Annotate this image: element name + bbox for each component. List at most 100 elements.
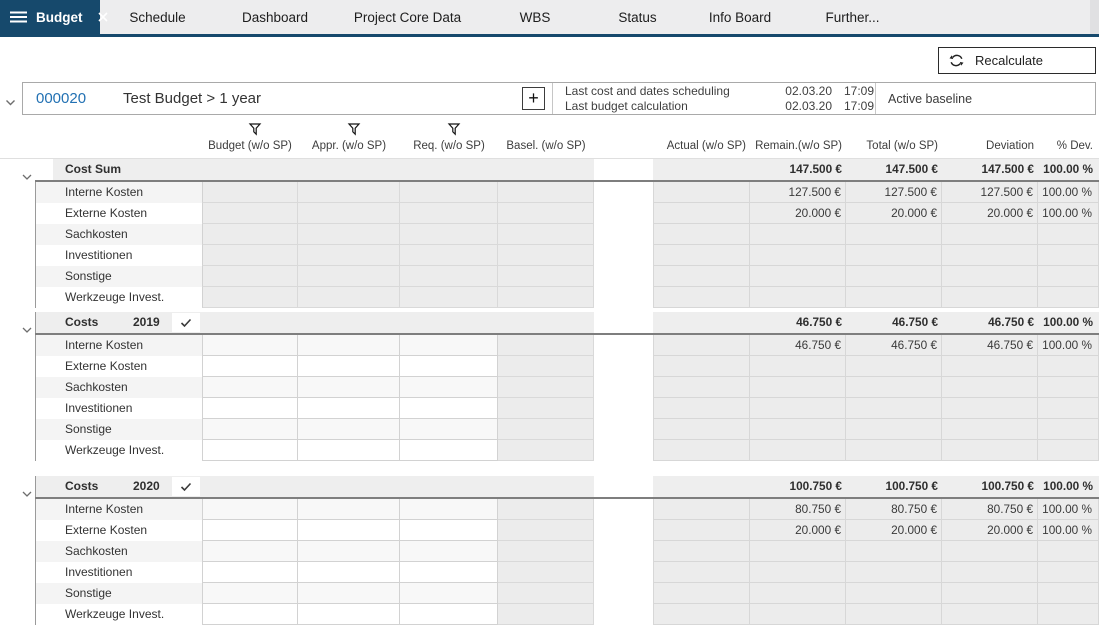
group-title: Cost Sum [65, 159, 121, 180]
value-cell: 20.000 € [942, 203, 1038, 224]
budget-input-cell[interactable] [400, 398, 498, 419]
tab-further[interactable]: Further... [795, 0, 910, 34]
tab-schedule[interactable]: Schedule [100, 0, 215, 34]
budget-input-cell[interactable] [202, 335, 298, 356]
value-cell [846, 440, 942, 461]
table-row: Werkzeuge Invest. [0, 440, 1099, 461]
column-header: Actual (w/o SP) [653, 140, 750, 152]
budget-input-cell[interactable] [202, 440, 298, 461]
value-cell [846, 604, 942, 625]
filter-icon[interactable] [248, 122, 262, 141]
budget-input-cell[interactable] [400, 356, 498, 377]
budget-input-cell[interactable] [298, 541, 400, 562]
value-cell [942, 440, 1038, 461]
column-header-row: Budget (w/o SP)Appr. (w/o SP)Req. (w/o S… [0, 118, 1099, 159]
budget-input-cell[interactable] [202, 356, 298, 377]
budget-input-cell[interactable] [400, 499, 498, 520]
row-label: Sachkosten [35, 541, 202, 562]
value-cell [1038, 398, 1099, 419]
budget-input-cell[interactable] [202, 604, 298, 625]
budget-input-cell[interactable] [202, 419, 298, 440]
budget-input-cell[interactable] [400, 440, 498, 461]
hamburger-menu-icon[interactable] [10, 11, 27, 23]
table-row: Investitionen [0, 562, 1099, 583]
value-cell [653, 203, 750, 224]
value-cell [942, 224, 1038, 245]
tab-status[interactable]: Status [590, 0, 685, 34]
budget-input-cell[interactable] [202, 541, 298, 562]
filter-icon[interactable] [347, 122, 361, 141]
value-cell [846, 583, 942, 604]
readonly-cell [498, 203, 594, 224]
last-scheduling-date: 02.03.20 [777, 84, 832, 99]
budget-input-cell[interactable] [400, 583, 498, 604]
budget-input-cell[interactable] [298, 356, 400, 377]
value-cell [653, 224, 750, 245]
budget-input-cell[interactable] [202, 562, 298, 583]
budget-input-cell[interactable] [400, 377, 498, 398]
refresh-icon [948, 52, 965, 69]
value-cell: 20.000 € [846, 203, 942, 224]
value-cell [653, 245, 750, 266]
budget-input-cell[interactable] [202, 499, 298, 520]
budget-input-cell[interactable] [298, 440, 400, 461]
budget-input-cell[interactable] [400, 335, 498, 356]
value-cell: 127.500 € [846, 182, 942, 203]
row-label: Interne Kosten [35, 335, 202, 356]
budget-input-cell[interactable] [298, 520, 400, 541]
budget-input-cell[interactable] [400, 562, 498, 583]
approved-checkbox[interactable] [172, 313, 200, 332]
readonly-cell [498, 604, 594, 625]
tab-wbs[interactable]: WBS [480, 0, 590, 34]
project-id[interactable]: 000020 [23, 90, 123, 107]
tab-project-core-data[interactable]: Project Core Data [335, 0, 480, 34]
year-field[interactable]: 2019 [133, 312, 160, 333]
year-field[interactable]: 2020 [133, 476, 160, 497]
group-total-value: 100.750 € [846, 476, 942, 497]
budget-input-cell[interactable] [400, 604, 498, 625]
value-cell [846, 245, 942, 266]
readonly-cell [298, 245, 400, 266]
budget-input-cell[interactable] [298, 419, 400, 440]
row-label: Externe Kosten [35, 356, 202, 377]
group-total-value: 100.750 € [750, 476, 846, 497]
readonly-cell [498, 335, 594, 356]
last-budget-calc-row: Last budget calculation 02.03.20 17:09 [565, 99, 875, 114]
budget-input-cell[interactable] [298, 562, 400, 583]
budget-input-cell[interactable] [202, 377, 298, 398]
filter-icon[interactable] [447, 122, 461, 141]
budget-input-cell[interactable] [400, 419, 498, 440]
budget-input-cell[interactable] [298, 583, 400, 604]
project-chevron-down-icon[interactable] [5, 93, 16, 111]
tab-info-board[interactable]: Info Board [685, 0, 795, 34]
value-cell [750, 541, 846, 562]
budget-input-cell[interactable] [298, 377, 400, 398]
budget-input-cell[interactable] [400, 541, 498, 562]
readonly-cell [202, 203, 298, 224]
tab-dashboard[interactable]: Dashboard [215, 0, 335, 34]
value-cell: 100.00 % [1038, 499, 1099, 520]
budget-input-cell[interactable] [298, 604, 400, 625]
budget-input-cell[interactable] [298, 499, 400, 520]
budget-input-cell[interactable] [202, 520, 298, 541]
last-scheduling-time: 17:09 [832, 84, 874, 99]
budget-input-cell[interactable] [202, 583, 298, 604]
tab-budget-active[interactable]: Budget [0, 0, 100, 34]
value-cell [1038, 419, 1099, 440]
last-scheduling-row: Last cost and dates scheduling 02.03.20 … [565, 84, 875, 99]
readonly-cell [498, 499, 594, 520]
budget-input-cell[interactable] [202, 398, 298, 419]
budget-input-cell[interactable] [298, 335, 400, 356]
group-row: Cost Sum147.500 €147.500 €147.500 €100.0… [0, 159, 1099, 182]
project-title[interactable]: Test Budget > 1 year [123, 90, 522, 107]
table-row: Externe Kosten [0, 356, 1099, 377]
recalculate-button[interactable]: Recalculate [938, 47, 1096, 74]
column-header: Deviation [942, 140, 1038, 152]
value-cell [942, 583, 1038, 604]
budget-input-cell[interactable] [298, 398, 400, 419]
budget-input-cell[interactable] [400, 520, 498, 541]
readonly-cell [498, 266, 594, 287]
approved-checkbox[interactable] [172, 477, 200, 496]
add-button[interactable]: + [522, 87, 545, 110]
readonly-cell [298, 203, 400, 224]
